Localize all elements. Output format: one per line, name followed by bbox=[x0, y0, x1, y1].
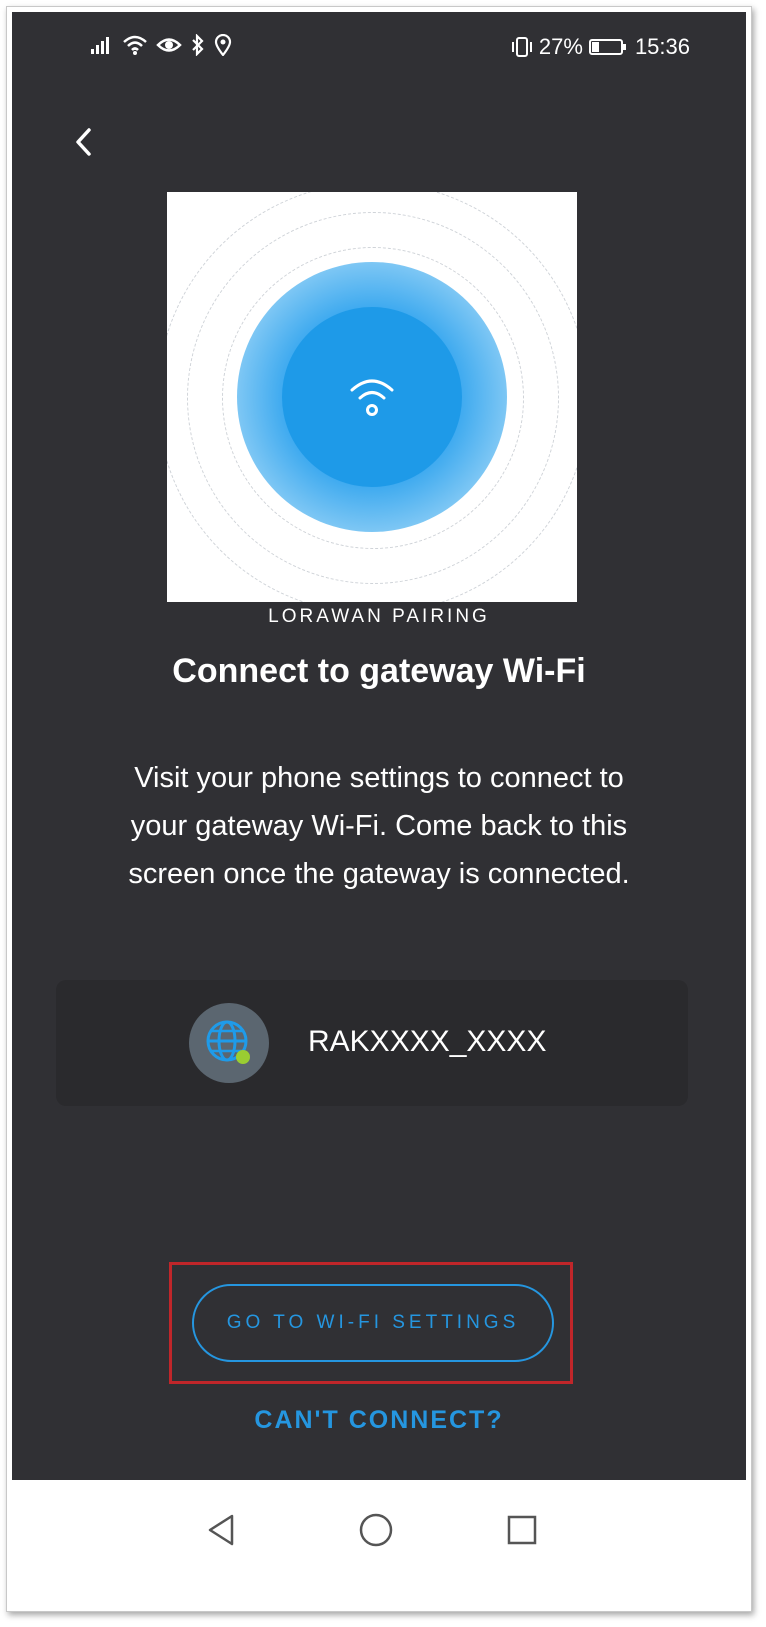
status-left-icons bbox=[90, 34, 232, 56]
status-right: 27% 15:36 bbox=[511, 34, 690, 60]
battery-percent: 27% bbox=[538, 34, 583, 59]
signal-icon bbox=[91, 37, 109, 54]
page-title: Connect to gateway Wi-Fi bbox=[172, 652, 586, 690]
phone-screen: 27% 15:36 LORAWAN PAIRING Connect to gat… bbox=[12, 12, 746, 1606]
nav-recents-button[interactable] bbox=[492, 1500, 552, 1560]
location-icon bbox=[214, 34, 232, 56]
wifi-signal-icon bbox=[350, 379, 394, 416]
chevron-left-icon bbox=[76, 128, 91, 156]
nav-back-button[interactable] bbox=[192, 1500, 252, 1560]
instructions-text: Visit your phone settings to connect to … bbox=[128, 762, 630, 890]
bluetooth-icon bbox=[192, 34, 204, 56]
navigation-bar bbox=[12, 1480, 746, 1606]
clock: 15:36 bbox=[634, 34, 690, 59]
cant-connect-link[interactable]: CAN'T CONNECT? bbox=[12, 1406, 746, 1435]
wifi-icon bbox=[123, 35, 147, 55]
section-overline: LORAWAN PAIRING bbox=[268, 606, 490, 627]
square-recents-icon bbox=[507, 1515, 537, 1545]
triangle-back-icon bbox=[208, 1514, 234, 1546]
network-name: RAKXXXX_XXXX bbox=[308, 1025, 547, 1058]
nav-home-button[interactable] bbox=[346, 1500, 406, 1560]
battery-level bbox=[591, 42, 600, 52]
wifi-illustration bbox=[167, 192, 577, 602]
network-avatar bbox=[189, 1003, 269, 1083]
status-bar: 27% 15:36 bbox=[12, 12, 746, 82]
back-button[interactable] bbox=[64, 122, 104, 162]
battery-icon bbox=[588, 39, 626, 55]
eye-icon bbox=[156, 38, 182, 52]
go-to-wifi-settings-button[interactable]: GO TO WI-FI SETTINGS bbox=[192, 1284, 554, 1362]
network-card: RAKXXXX_XXXX bbox=[56, 980, 688, 1106]
circle-home-icon bbox=[359, 1513, 393, 1547]
vibrate-icon bbox=[511, 37, 532, 57]
globe-icon bbox=[206, 1020, 250, 1064]
screenshot-frame: 27% 15:36 LORAWAN PAIRING Connect to gat… bbox=[6, 6, 752, 1612]
